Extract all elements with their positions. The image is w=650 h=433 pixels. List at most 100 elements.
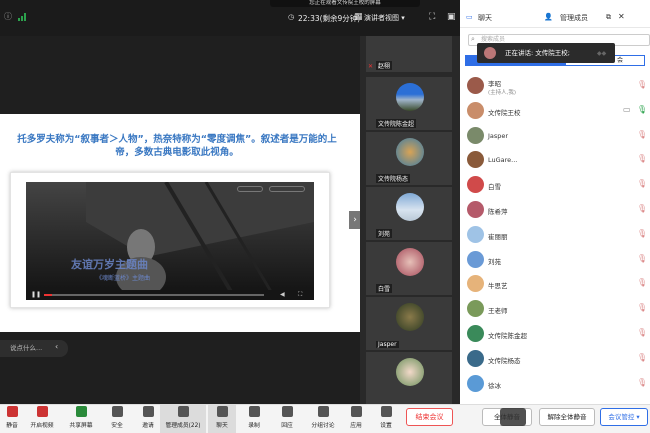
toolbar-invite-button[interactable]: 邀请	[136, 404, 160, 433]
signal-icon[interactable]	[18, 13, 26, 21]
toolbar-label: 管理成员(22)	[165, 423, 201, 429]
mic-muted-icon[interactable]: 🎙	[637, 328, 647, 337]
mic-muted-icon[interactable]: 🎙	[637, 278, 647, 287]
clock-icon: ◷	[288, 13, 295, 21]
member-row[interactable]: 陈希萍 🎙	[465, 199, 647, 221]
mic-muted-icon[interactable]: 🎙	[637, 254, 647, 263]
avatar	[467, 300, 484, 318]
toolbar-reaction-button[interactable]: 回应	[272, 404, 302, 433]
close-icon[interactable]: ✕	[618, 12, 625, 21]
tab-chat[interactable]: 聊天	[478, 13, 492, 23]
video-tile[interactable]	[366, 352, 452, 404]
toolbar-record-button[interactable]: 录制	[240, 404, 268, 433]
member-row[interactable]: 刘苑 🎙	[465, 249, 647, 271]
meeting-control-label: 会议管控	[608, 413, 635, 421]
member-row[interactable]: LuGare... 🎙	[465, 149, 647, 171]
mic-muted-icon[interactable]: 🎙	[637, 130, 647, 139]
chevron-left-icon[interactable]: ‹	[55, 342, 58, 351]
member-row[interactable]: Jasper 🎙	[465, 125, 647, 147]
toolbar-microphone-button[interactable]: 静音	[1, 404, 23, 433]
video-strip: ✕ 赵栩 文传院陈金超 文传院杨态 刘苑 白雪 Jasper	[360, 36, 460, 404]
mic-muted-icon[interactable]: 🎙	[637, 378, 647, 387]
member-name: 白雪	[488, 183, 501, 192]
unmute-all-button[interactable]: 解除全体静音	[539, 408, 595, 426]
mic-muted-icon[interactable]: 🎙	[637, 80, 647, 89]
gear-icon	[380, 406, 392, 417]
member-name: 文传院杨态	[488, 356, 521, 365]
speaker-view-button[interactable]: 演讲者视图 ▾	[364, 13, 405, 23]
member-name: 李昭	[488, 80, 501, 88]
record-icon	[248, 406, 260, 417]
avatar	[396, 83, 424, 111]
toolbar-share-screen-button[interactable]: 共享屏幕	[64, 404, 98, 433]
toolbar-gear-button[interactable]: 设置	[373, 404, 399, 433]
avatar	[467, 201, 484, 218]
grid-view-icon[interactable]: ▦	[354, 12, 363, 22]
mic-muted-icon[interactable]: 🎙	[637, 204, 647, 213]
toolbar-apps-button[interactable]: 应用	[342, 404, 370, 433]
fullscreen-icon[interactable]: ⛶	[298, 291, 302, 299]
toolbar-label: 设置	[380, 423, 392, 429]
avatar	[467, 250, 484, 268]
toolbar-members-button[interactable]: 管理成员(22)	[160, 404, 206, 433]
tab-members[interactable]: 管理成员	[560, 13, 588, 23]
avatar	[467, 77, 484, 94]
layout-icon[interactable]: ▣	[447, 12, 456, 22]
video-tile[interactable]: 刘苑	[366, 187, 452, 240]
video-camera-icon	[36, 406, 48, 417]
member-row[interactable]: 文传院杨态 🎙	[465, 348, 647, 370]
member-row[interactable]: 李昭 (主持人,我) 🎙	[465, 75, 647, 97]
video-player[interactable]: 友谊万岁主题曲 《魂断蓝桥》主题曲	[26, 182, 314, 300]
member-row[interactable]: 文传院王校 🎙 ▭	[465, 100, 647, 122]
video-tile[interactable]: 文传院陈金超	[366, 77, 452, 130]
mic-muted-icon[interactable]: 🎙	[637, 229, 647, 238]
mic-muted-icon[interactable]: 🎙	[637, 179, 647, 188]
member-row[interactable]: 白雪 🎙	[465, 174, 647, 196]
pause-icon[interactable]: ❚❚	[31, 291, 41, 298]
end-meeting-button[interactable]: 结束会议	[406, 408, 453, 426]
avatar	[467, 151, 484, 169]
avatar	[396, 193, 424, 221]
member-row[interactable]: 崔丽丽 🎙	[465, 224, 647, 246]
reaction-icon	[281, 406, 293, 417]
slide-title: 托多罗夫称为“叙事者＞人物”，热奈特称为“零度调焦”。叙述者是万能的上帝，多数古…	[17, 134, 337, 158]
info-icon[interactable]: ⓘ	[4, 11, 12, 22]
mic-muted-icon[interactable]: 🎙	[637, 303, 647, 312]
toolbar-label: 邀请	[142, 423, 154, 429]
toolbar-shield-button[interactable]: 安全	[104, 404, 130, 433]
toolbar-chat-button[interactable]: 聊天	[208, 404, 236, 433]
segment-label-right[interactable]: 会	[617, 55, 623, 64]
avatar	[396, 358, 424, 386]
popout-icon[interactable]: ⧉	[606, 13, 611, 22]
member-row[interactable]: 徐冰 🎙	[465, 373, 647, 395]
member-name: LuGare...	[488, 156, 518, 165]
video-tile[interactable]: 文传院杨态	[366, 132, 452, 185]
member-row[interactable]: 牛思艺 🎙	[465, 273, 647, 295]
video-tile[interactable]: Jasper	[366, 297, 452, 350]
tile-name: Jasper	[376, 341, 399, 348]
avatar	[467, 101, 484, 119]
member-name: 牛思艺	[488, 282, 508, 291]
mic-muted-icon[interactable]: 🎙	[637, 353, 647, 362]
toolbar-video-camera-button[interactable]: 开启视频	[26, 404, 58, 433]
video-tool-button[interactable]	[237, 186, 263, 192]
video-tool-button[interactable]	[269, 186, 305, 192]
meeting-control-button[interactable]: 会议管控 ▾	[600, 408, 648, 426]
video-tile[interactable]: ✕ 赵栩	[366, 36, 452, 72]
member-row[interactable]: 文传院陈金超 🎙	[465, 323, 647, 345]
fullscreen-icon[interactable]: ⛶	[429, 12, 435, 22]
member-name: 文传院王校	[488, 108, 521, 117]
member-name: 刘苑	[488, 257, 501, 266]
avatar	[467, 275, 484, 293]
tile-name: 赵栩	[376, 61, 393, 70]
member-name: 王老师	[488, 307, 508, 316]
progress-track[interactable]	[44, 294, 264, 296]
toolbar-breakout-button[interactable]: 分组讨论	[306, 404, 340, 433]
member-row[interactable]: 王老师 🎙	[465, 298, 647, 320]
avatar	[467, 325, 484, 342]
video-tile[interactable]: 白雪	[366, 242, 452, 295]
dismiss-icon[interactable]: ◆◆	[597, 50, 606, 57]
mic-muted-icon[interactable]: 🎙	[637, 154, 647, 163]
mic-on-icon[interactable]: 🎙	[637, 105, 647, 114]
volume-icon[interactable]: ◀	[280, 291, 285, 298]
